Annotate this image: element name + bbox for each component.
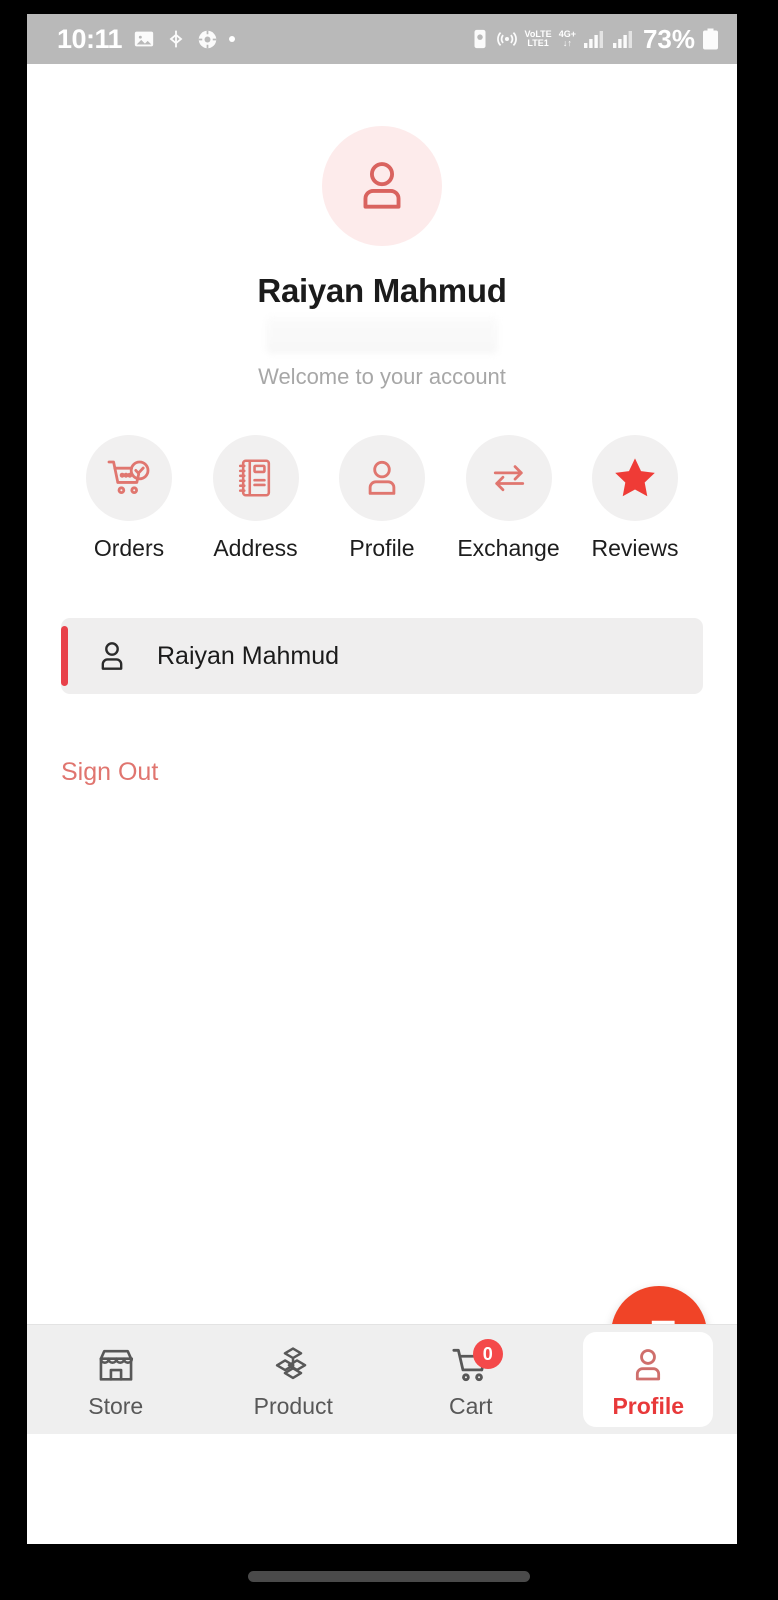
- nav-item-profile-label: Profile: [612, 1393, 685, 1419]
- package-icon: [276, 1347, 307, 1380]
- exchange-arrows-icon: [493, 465, 524, 492]
- nav-item-product-icon-wrap: [272, 1341, 314, 1389]
- quick-action-orders[interactable]: Orders: [83, 435, 175, 562]
- quick-action-address[interactable]: Address: [210, 435, 302, 562]
- list-item-icon: [93, 637, 131, 675]
- status-bar-right: VoLTE LTE1 4G+ ↓↑ 73%: [471, 24, 719, 55]
- quick-action-exchange-label: Exchange: [457, 535, 560, 561]
- quick-action-orders-circle: [86, 435, 172, 521]
- home-indicator[interactable]: [248, 1571, 530, 1582]
- quick-action-profile[interactable]: Profile: [336, 435, 428, 562]
- list-item-label: Raiyan Mahmud: [157, 641, 340, 670]
- avatar-container: [27, 64, 737, 246]
- status-time: 10:11: [57, 23, 123, 54]
- network-bottom-label: ↓↑: [562, 38, 572, 48]
- quick-action-exchange[interactable]: Exchange: [457, 435, 560, 562]
- image-icon: [133, 28, 155, 50]
- battery-percent-label: 73%: [642, 23, 695, 54]
- network-type-indicator: 4G+ ↓↑: [559, 30, 576, 48]
- phone-screen: 10:11 VoLTE LTE1 4G+ ↓↑ 73% Raiyan Mahmu…: [27, 14, 737, 1544]
- user-icon: [368, 460, 396, 495]
- cart-badge: 0: [472, 1339, 503, 1369]
- nav-item-cart-label: Cart: [449, 1393, 493, 1419]
- status-bar-left: 10:11: [57, 23, 236, 55]
- quick-action-address-circle: [212, 435, 299, 521]
- signal-1-icon: [583, 29, 605, 49]
- user-icon: [101, 642, 123, 670]
- quick-action-reviews[interactable]: Reviews: [589, 435, 681, 562]
- nav-item-cart-icon-wrap: 0: [450, 1339, 503, 1389]
- signal-2-icon: [612, 29, 634, 49]
- list-item-account[interactable]: Raiyan Mahmud: [61, 618, 703, 694]
- user-icon: [636, 1349, 661, 1381]
- sign-out-button[interactable]: Sign Out: [61, 758, 158, 787]
- avatar: [322, 126, 442, 246]
- battery-icon: [702, 28, 719, 50]
- nav-item-profile-icon-wrap: [627, 1341, 669, 1389]
- quick-action-exchange-circle: [465, 435, 552, 521]
- volte-bottom-label: LTE1: [527, 38, 549, 48]
- email-redacted: [266, 316, 498, 354]
- nav-item-product-label: Product: [253, 1393, 333, 1419]
- nav-item-profile[interactable]: Profile: [583, 1332, 714, 1427]
- star-icon: [615, 458, 655, 497]
- nav-item-store[interactable]: Store: [51, 1332, 181, 1427]
- quick-action-address-label: Address: [213, 535, 298, 561]
- user-icon: [363, 162, 401, 209]
- nav-item-store-label: Store: [88, 1393, 144, 1419]
- volte-indicator: VoLTE LTE1: [525, 30, 552, 48]
- quick-action-reviews-label: Reviews: [591, 535, 679, 561]
- accent-bar: [61, 626, 68, 686]
- quick-action-orders-label: Orders: [93, 535, 165, 561]
- quick-action-reviews-circle: [592, 435, 678, 521]
- welcome-text: Welcome to your account: [258, 364, 506, 389]
- page-title: Raiyan Mahmud: [257, 272, 507, 309]
- hotspot-icon: [496, 28, 518, 50]
- nav-item-store-icon-wrap: [95, 1341, 137, 1389]
- bottom-navigation: Store Product 0 Cart Profile: [27, 1324, 737, 1434]
- address-book-icon: [238, 459, 270, 497]
- quick-action-profile-label: Profile: [349, 535, 415, 561]
- cart-check-icon: [107, 460, 150, 494]
- nav-item-cart[interactable]: 0 Cart: [406, 1332, 536, 1427]
- quick-actions-row: Orders Address Profile Exchange Reviews: [27, 390, 737, 562]
- bluetooth-share-icon: [166, 28, 186, 50]
- camera-battery-icon: [471, 28, 489, 50]
- status-bar: 10:11 VoLTE LTE1 4G+ ↓↑ 73%: [27, 14, 737, 64]
- app-icon: [197, 29, 218, 50]
- dot-icon: [229, 36, 236, 42]
- nav-item-product[interactable]: Product: [228, 1332, 358, 1427]
- quick-action-profile-circle: [339, 435, 425, 521]
- profile-page-content: Raiyan Mahmud Welcome to your account Or…: [27, 64, 737, 1434]
- storefront-icon: [99, 1349, 133, 1381]
